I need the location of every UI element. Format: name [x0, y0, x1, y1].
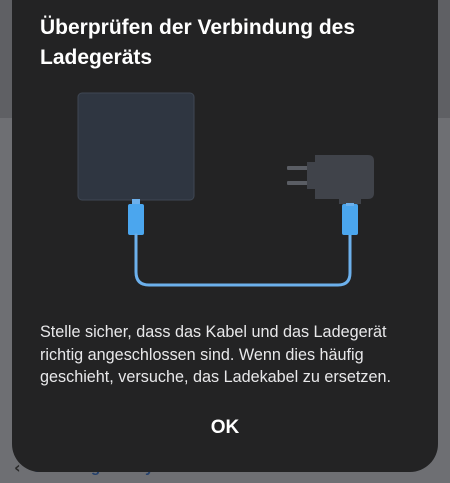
dialog-title: Überprüfen der Verbindung des Ladegeräts [40, 16, 356, 69]
ok-button[interactable]: OK [175, 408, 275, 448]
charging-cable-icon [134, 233, 352, 287]
charger-illustration [77, 92, 374, 287]
charger-connection-dialog: Überprüfen der Verbindung des Ladegeräts… [12, 0, 438, 472]
phone-icon [77, 92, 195, 201]
usb-plug-icon [128, 199, 144, 235]
charger-adapter-icon [287, 155, 374, 235]
dialog-message: Stelle sicher, dass das Kabel und das La… [40, 323, 391, 386]
